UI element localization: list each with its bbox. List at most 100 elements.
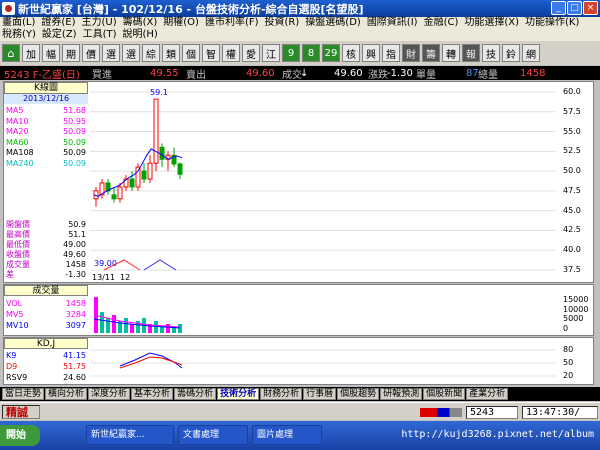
tab-8[interactable]: 個股趨勢 [337,388,380,400]
kchart-y-tick: 50.0 [563,166,581,176]
title-bar: 新世紀贏家 [台灣] - 102/12/16 - 台盤技術分析-綜合自選股[名望… [0,0,600,17]
news-icon[interactable]: 轉 [442,44,460,62]
x-tick: 13/11 [92,273,115,282]
clock: 13:47:30/ [522,406,598,419]
close-button[interactable]: × [583,1,598,15]
kchart-legend-row: MA60 50.09 [6,138,86,148]
report-icon[interactable]: 報 [462,44,480,62]
tw-icon[interactable]: 愛 [242,44,260,62]
tab-6[interactable]: 財務分析 [260,388,303,400]
kchart-y-tick: 45.0 [563,205,581,215]
menu-item-row2-1[interactable]: 設定(Z) [42,29,77,41]
kchart-legend-value: 50.09 [63,137,86,147]
kd-y-tick: 80 [563,345,574,354]
select-icon[interactable]: 選 [102,44,120,62]
task-item-image[interactable]: 圖片處理 [252,425,322,445]
num8-icon[interactable]: 8 [302,44,320,62]
tab-3[interactable]: 基本分析 [131,388,174,400]
kd-legend-value: 41.15 [63,351,86,360]
index-icon[interactable]: 指 [382,44,400,62]
tech-icon[interactable]: 技 [482,44,500,62]
score-icon[interactable]: 鈴 [502,44,520,62]
chip-icon[interactable]: 籌 [422,44,440,62]
deal-value: 49.60 [334,67,363,79]
web-icon[interactable]: 網 [522,44,540,62]
kd-legend-value: 51.75 [63,362,86,371]
menu-item-row1-5[interactable]: 匯市利率(F) [205,17,259,29]
volume-y-tick: 15000 [563,295,589,304]
start-button[interactable]: 開始 [0,425,40,446]
core-icon[interactable]: 核 [342,44,360,62]
tab-5[interactable]: 技術分析 [217,388,260,400]
menu-item-row1-10[interactable]: 功能選擇(X) [464,17,519,29]
sell-label: 賣出 [186,69,206,81]
kd-chart[interactable] [90,338,556,384]
category-icon[interactable]: 類 [162,44,180,62]
menu-item-row1-0[interactable]: 畫面(L) [2,17,35,29]
menu-item-row1-2[interactable]: 主力(U) [82,17,117,29]
menu-item-row1-1[interactable]: 證券(E) [41,17,75,29]
kline-chart[interactable]: 59.1 39.00 13/11 12 [90,82,556,282]
tab-2[interactable]: 深度分析 [88,388,131,400]
toolbar: ⌂ 加幅期價選選綜類個智權愛江 9 8 29 核興指財籌轉報技鈴網 [0,41,600,65]
option-icon[interactable]: 選 [122,44,140,62]
menu-item-row1-4[interactable]: 期權(O) [163,17,199,29]
task-item-app[interactable]: 新世紀贏家... [86,425,174,445]
volume-header: 成交量 [4,285,88,296]
tab-7[interactable]: 行事曆 [303,388,337,400]
menu-item-row2-0[interactable]: 稅務(Y) [2,29,36,41]
add-icon[interactable]: 加 [22,44,40,62]
menu-item-row1-11[interactable]: 功能操作(K) [525,17,579,29]
menu-item-row1-8[interactable]: 國際資訊(I) [367,17,418,29]
volume-chart[interactable] [90,285,556,335]
volume-bar [154,321,158,333]
weight-icon[interactable]: 權 [222,44,240,62]
volume-legend-label: MV5 [6,310,24,319]
menu-item-row1-6[interactable]: 投資(R) [265,17,300,29]
maximize-button[interactable]: □ [567,1,582,15]
price-icon[interactable]: 價 [82,44,100,62]
task-item-doc[interactable]: 文書處理 [178,425,248,445]
volume-legend-value: 3284 [65,310,86,319]
candle-body [153,98,159,164]
kchart-y-tick: 55.0 [563,126,581,136]
volume-legend-value: 3097 [65,321,86,330]
combine-icon[interactable]: 綜 [142,44,160,62]
tab-0[interactable]: 當日走勢 [2,388,45,400]
total-label: 總量 [478,69,498,81]
menu-item-row1-3[interactable]: 籌碼(X) [123,17,158,29]
quote-icon[interactable]: 幅 [42,44,60,62]
volume-y-tick: 10000 [563,304,589,314]
menu-item-row1-7[interactable]: 操盤選碼(D) [305,17,361,29]
kchart-legend-label: MA20 [6,127,29,136]
num29-icon[interactable]: 29 [322,44,340,62]
smart-icon[interactable]: 智 [202,44,220,62]
menu-item-row1-9[interactable]: 金融(C) [424,17,459,29]
stock-code-input[interactable]: 5243 [466,406,518,419]
futures-icon[interactable]: 期 [62,44,80,62]
flow-icon[interactable]: 興 [362,44,380,62]
volume-bar [124,318,128,333]
tab-10[interactable]: 個股新聞 [423,388,466,400]
sector-icon[interactable]: 個 [182,44,200,62]
tab-1[interactable]: 橫向分析 [45,388,88,400]
home-icon[interactable]: ⌂ [2,44,20,62]
stat-label: 開盤價 [6,220,30,229]
kd-y-tick: 20 [563,371,574,380]
fin-icon[interactable]: 財 [402,44,420,62]
candle-body [177,163,183,175]
kline-stat-row: 差 -1.30 [6,270,86,280]
candle-body [159,146,165,160]
total-value: 1458 [520,67,546,79]
change-label: 漲跌 [368,69,388,81]
quote-bar: 5243 F-乙盛(日) 買進 49.55 賣出 49.60 成交 ↓ 49.6… [0,66,600,81]
menu-item-row2-3[interactable]: 說明(H) [123,29,158,41]
candle-body [129,178,135,188]
menu-item-row2-2[interactable]: 工具(T) [83,29,117,41]
river-icon[interactable]: 江 [262,44,280,62]
minimize-button[interactable]: _ [551,1,566,15]
num9-icon[interactable]: 9 [282,44,300,62]
tab-4[interactable]: 籌碼分析 [174,388,217,400]
tab-9[interactable]: 研報預測 [380,388,423,400]
tab-11[interactable]: 產業分析 [466,388,509,400]
